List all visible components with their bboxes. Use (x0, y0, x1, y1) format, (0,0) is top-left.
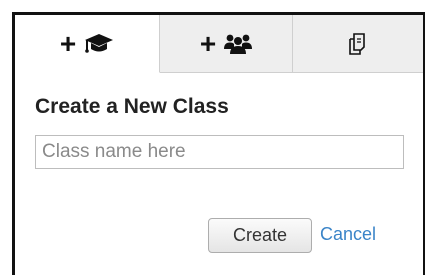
users-icon (224, 33, 253, 55)
plus-label: + (199, 27, 217, 59)
copy-icon (347, 32, 369, 56)
class-name-input[interactable] (35, 135, 404, 169)
plus-label: + (59, 27, 77, 59)
tab-add-students[interactable]: + (160, 15, 293, 73)
create-class-form: Create a New Class Create Cancel (15, 73, 423, 278)
cancel-link[interactable]: Cancel (320, 224, 376, 245)
tab-bar: + + (15, 15, 423, 73)
graduation-cap-icon (84, 33, 114, 55)
create-class-panel: + + Create a New Class Class name here C… (12, 12, 425, 275)
tab-add-class[interactable]: + (15, 15, 160, 73)
form-heading: Create a New Class (35, 95, 229, 118)
tab-copy[interactable] (293, 15, 423, 73)
create-button[interactable]: Create (208, 218, 312, 253)
